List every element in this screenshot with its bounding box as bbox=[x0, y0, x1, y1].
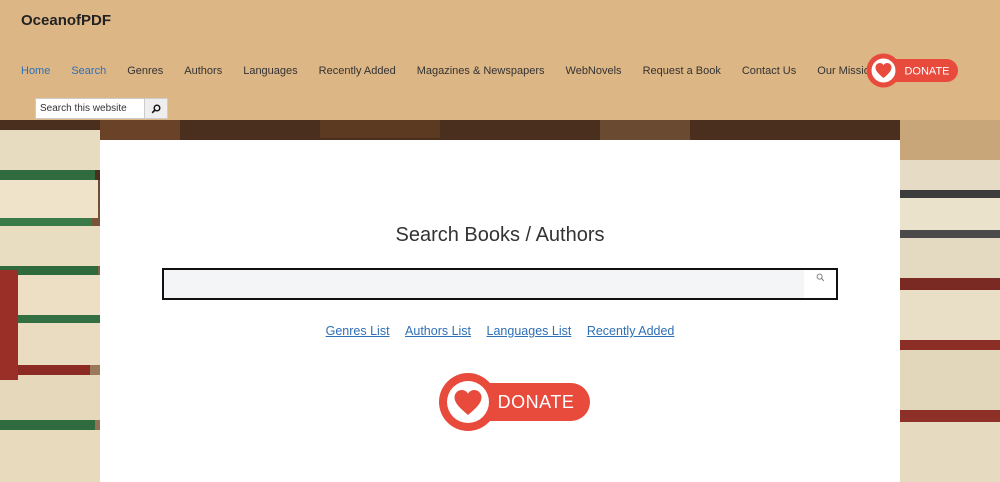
search-icon bbox=[816, 273, 824, 282]
link-recently-added[interactable]: Recently Added bbox=[587, 324, 675, 338]
header-search-input[interactable] bbox=[36, 99, 146, 118]
header-search-button[interactable] bbox=[144, 99, 167, 118]
search-panel: Search Books / Authors Genres List Autho… bbox=[100, 140, 900, 482]
nav-item-contact[interactable]: Contact Us bbox=[742, 65, 796, 77]
link-genres-list[interactable]: Genres List bbox=[326, 324, 390, 338]
donate-small-label: DONATE bbox=[904, 66, 949, 78]
page-title: Search Books / Authors bbox=[395, 224, 605, 246]
nav-item-languages[interactable]: Languages bbox=[243, 65, 297, 77]
nav-item-authors[interactable]: Authors bbox=[184, 65, 222, 77]
site-header: OceanofPDF Home Search Genres Authors La… bbox=[0, 0, 1000, 120]
nav-item-search[interactable]: Search bbox=[71, 65, 106, 77]
link-authors-list[interactable]: Authors List bbox=[405, 324, 471, 338]
nav-item-request-book[interactable]: Request a Book bbox=[643, 65, 721, 77]
main-search bbox=[162, 268, 838, 300]
link-languages-list[interactable]: Languages List bbox=[487, 324, 572, 338]
site-title[interactable]: OceanofPDF bbox=[21, 12, 111, 29]
search-icon bbox=[151, 104, 161, 113]
donate-button[interactable]: DONATE bbox=[438, 372, 591, 432]
main-search-input[interactable] bbox=[164, 270, 804, 298]
nav-item-genres[interactable]: Genres bbox=[127, 65, 163, 77]
nav-item-magazines[interactable]: Magazines & Newspapers bbox=[417, 65, 545, 77]
nav-item-webnovels[interactable]: WebNovels bbox=[566, 65, 622, 77]
donate-label: DONATE bbox=[498, 392, 575, 412]
nav-item-recently-added[interactable]: Recently Added bbox=[319, 65, 396, 77]
main-search-button[interactable] bbox=[804, 270, 836, 298]
nav-item-home[interactable]: Home bbox=[21, 65, 50, 77]
donate-button-small[interactable]: DONATE bbox=[866, 53, 959, 88]
header-search bbox=[35, 98, 168, 119]
main-nav: Home Search Genres Authors Languages Rec… bbox=[21, 58, 897, 84]
quick-links: Genres List Authors List Languages List … bbox=[100, 324, 900, 338]
